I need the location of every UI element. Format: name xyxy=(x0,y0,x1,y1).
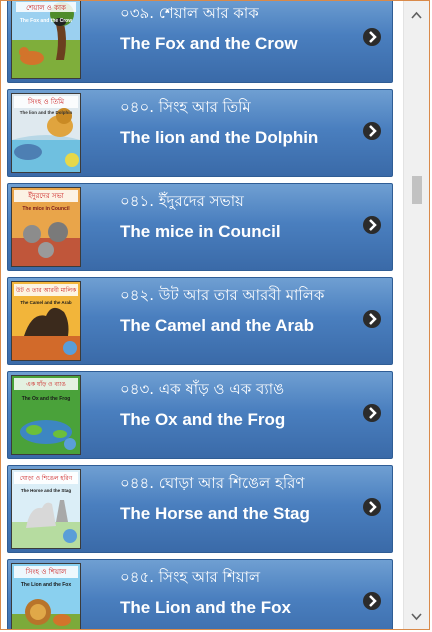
story-title-bengali: ০৪২. উট আর তার আরবী মালিক xyxy=(120,286,325,304)
story-row[interactable]: শেয়াল ও কাক The Fox and the Crow ০৩৯. শ… xyxy=(7,1,393,83)
story-title-bengali: ০৪৩. এক ষাঁড় ও এক ব্যাঙ xyxy=(120,380,285,398)
thumb-bn-text: উট ও তার আরবী মালিক xyxy=(15,286,77,294)
story-row[interactable]: ইঁদুরদের সভা The mice in Council ০৪১. ইঁ… xyxy=(7,183,393,271)
chevron-right-icon[interactable] xyxy=(362,497,382,517)
story-thumbnail: সিংহ ও তিমি The lion and the Dolphin xyxy=(11,93,81,173)
thumb-bn-text: ইঁদুরদের সভা xyxy=(27,191,65,200)
story-title-bengali: ০৪৪. ঘোড়া আর শিঙেল হরিণ xyxy=(120,474,305,492)
story-title-english: The Camel and the Arab xyxy=(120,316,314,335)
thumb-caption: The Ox and the Frog xyxy=(22,396,71,402)
story-title-english: The Fox and the Crow xyxy=(120,34,298,53)
chevron-right-icon[interactable] xyxy=(362,27,382,47)
story-title-bengali: ০৪৫. সিংহ আর শিয়াল xyxy=(120,568,261,586)
vertical-scrollbar[interactable] xyxy=(403,1,429,629)
chevron-right-icon[interactable] xyxy=(362,121,382,141)
story-row[interactable]: সিংহ ও তিমি The lion and the Dolphin ০৪০… xyxy=(7,89,393,177)
chevron-right-icon[interactable] xyxy=(362,215,382,235)
app-window: শেয়াল ও কাক The Fox and the Crow ০৩৯. শ… xyxy=(0,0,430,630)
chevron-right-icon[interactable] xyxy=(362,309,382,329)
story-title-english: The Horse and the Stag xyxy=(120,504,310,523)
story-thumbnail: শেয়াল ও কাক The Fox and the Crow xyxy=(11,1,81,79)
scroll-up-arrow-icon[interactable] xyxy=(404,5,429,25)
story-title-bengali: ০৩৯. শেয়াল আর কাক xyxy=(120,4,259,22)
story-title-english: The mice in Council xyxy=(120,222,281,241)
story-title-english: The Ox and the Frog xyxy=(120,410,286,429)
story-row[interactable]: এক ষাঁড় ও ব্যাঙ The Ox and the Frog ০৪৩… xyxy=(7,371,393,459)
thumb-bn-text: ঘোড়া ও শিঙেল হরিণ xyxy=(20,475,73,482)
thumb-bn-text: সিংহ ও তিমি xyxy=(27,98,64,106)
thumb-caption: The lion and the Dolphin xyxy=(20,110,73,115)
story-list: শেয়াল ও কাক The Fox and the Crow ০৩৯. শ… xyxy=(7,1,393,629)
story-thumbnail: উট ও তার আরবী মালিক The Camel and the Ar… xyxy=(11,281,81,361)
story-thumbnail: ঘোড়া ও শিঙেল হরিণ The Horse and the Sta… xyxy=(11,469,81,549)
thumb-caption: The Horse and the Stag xyxy=(21,488,72,493)
thumb-caption: The Camel and the Arab xyxy=(20,300,72,305)
story-title-bengali: ০৪১. ইঁদুরদের সভায় xyxy=(120,192,244,210)
story-title-english: The Lion and the Fox xyxy=(120,598,291,617)
thumb-caption: The Fox and the Crow xyxy=(20,18,72,24)
story-thumbnail: এক ষাঁড় ও ব্যাঙ The Ox and the Frog xyxy=(11,375,81,455)
story-row[interactable]: সিংহ ও শিয়াল The Lion and the Fox ০৪৫. … xyxy=(7,559,393,629)
thumb-bn-text: শেয়াল ও কাক xyxy=(26,4,66,12)
scroll-down-arrow-icon[interactable] xyxy=(404,607,429,627)
chevron-right-icon[interactable] xyxy=(362,403,382,423)
story-row[interactable]: ঘোড়া ও শিঙেল হরিণ The Horse and the Sta… xyxy=(7,465,393,553)
thumb-caption: The Lion and the Fox xyxy=(21,582,71,588)
story-row[interactable]: উট ও তার আরবী মালিক The Camel and the Ar… xyxy=(7,277,393,365)
scrollbar-thumb[interactable] xyxy=(412,176,422,204)
story-title-bengali: ০৪০. সিংহ আর তিমি xyxy=(120,98,251,116)
thumb-caption: The mice in Council xyxy=(22,206,70,212)
story-thumbnail: ইঁদুরদের সভা The mice in Council xyxy=(11,187,81,267)
thumb-bn-text: এক ষাঁড় ও ব্যাঙ xyxy=(26,380,66,388)
story-title-english: The lion and the Dolphin xyxy=(120,128,319,147)
thumb-bn-text: সিংহ ও শিয়াল xyxy=(25,568,67,576)
story-thumbnail: সিংহ ও শিয়াল The Lion and the Fox xyxy=(11,563,81,629)
chevron-right-icon[interactable] xyxy=(362,591,382,611)
